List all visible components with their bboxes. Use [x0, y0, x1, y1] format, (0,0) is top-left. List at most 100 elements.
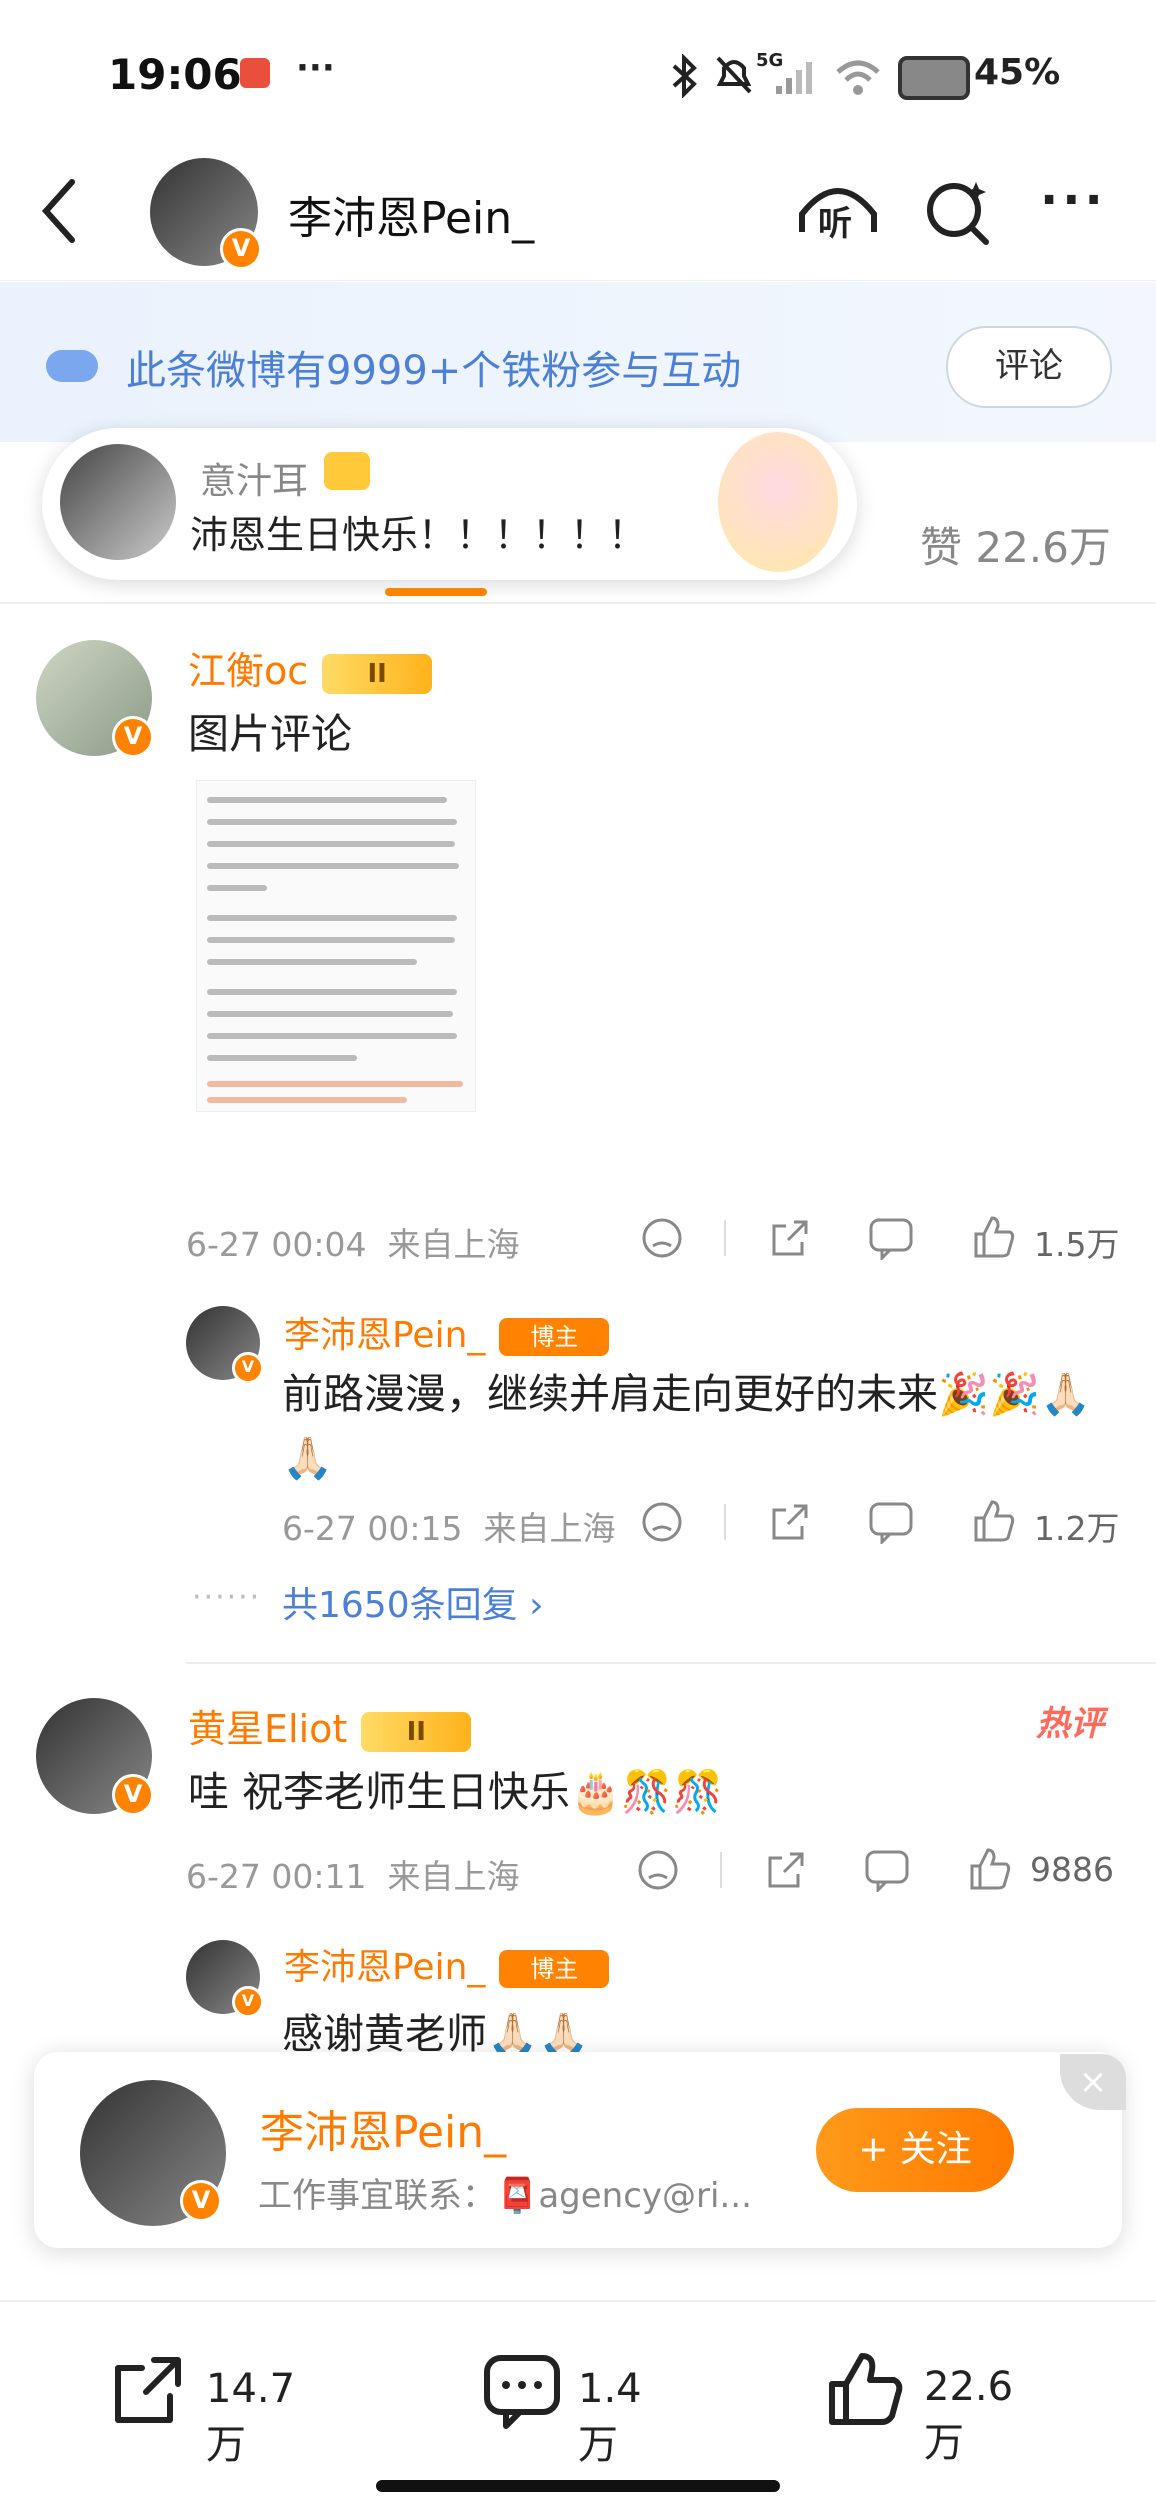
popup-name: 意汁耳	[200, 461, 309, 502]
more-icon[interactable]: ···	[1040, 172, 1107, 228]
follow-button[interactable]: + 关注	[816, 2108, 1014, 2192]
reply-date: 6-27 00:15 来自上海	[282, 1502, 615, 1550]
comment-icon	[484, 2355, 560, 2429]
verified-badge: V	[180, 2180, 222, 2222]
popup-avatar	[60, 444, 176, 560]
reply-author[interactable]: 李沛恩Pein_ 博主	[284, 1938, 610, 1990]
reply-author-name: 李沛恩Pein_	[284, 1315, 486, 1356]
author-badge: 博主	[499, 1950, 610, 1988]
dislike-icon[interactable]	[640, 1500, 684, 1544]
more-replies-link[interactable]: 共1650条回复 ›	[282, 1576, 543, 1628]
reply-avatar[interactable]: V	[186, 1306, 264, 1384]
tab-indicator	[385, 588, 487, 596]
status-time: 19:06	[108, 50, 242, 99]
separator	[724, 1504, 726, 1540]
like-count: 1.2万	[1034, 1509, 1120, 1548]
verified-badge: V	[112, 1774, 154, 1816]
fans-icon	[46, 350, 98, 382]
crown-icon	[324, 452, 370, 490]
like-count: 1.5万	[1034, 1225, 1120, 1264]
comment-avatar[interactable]: V	[36, 1698, 154, 1816]
fan-level-badge: II	[322, 653, 433, 694]
like-icon[interactable]	[970, 1498, 1016, 1544]
hot-comment-badge: 热评	[1036, 1704, 1104, 1744]
dislike-icon[interactable]	[640, 1216, 684, 1260]
separator	[724, 1220, 726, 1256]
more-icon: ···	[296, 48, 335, 88]
comment-author-name: 黄星Eliot	[188, 1707, 348, 1751]
comment-author[interactable]: 江衡oc II	[188, 640, 433, 695]
comment-date-text: 6-27 00:04	[186, 1225, 367, 1264]
wechat-icon	[240, 58, 270, 88]
verified-badge: V	[112, 716, 154, 758]
home-indicator[interactable]	[376, 2480, 780, 2492]
comment-icon[interactable]	[864, 1848, 910, 1892]
popup-text: 沛恩生日快乐！！！！！！	[190, 513, 647, 557]
comment-date: 6-27 00:11 来自上海	[186, 1850, 519, 1898]
share-icon[interactable]	[768, 1500, 812, 1544]
follow-avatar[interactable]: V	[80, 2080, 226, 2226]
comment-icon[interactable]	[868, 1500, 914, 1544]
comment-count: 1.4万	[578, 2366, 642, 2468]
search-icon[interactable]	[922, 176, 992, 246]
bluetooth-icon	[672, 54, 697, 98]
like-icon[interactable]	[970, 1214, 1016, 1260]
mute-icon	[716, 56, 752, 94]
like-icon	[829, 2353, 903, 2425]
separator	[720, 1852, 722, 1888]
popup-comment[interactable]: 意汁耳 沛恩生日快乐！！！！！！	[42, 428, 857, 580]
share-count: 14.7万	[206, 2366, 296, 2468]
like-icon[interactable]	[966, 1846, 1012, 1892]
battery-icon	[898, 56, 970, 100]
status-bar: 19:06 ··· 5G 45%	[0, 0, 1156, 150]
comment-date: 6-27 00:04 来自上海	[186, 1218, 519, 1266]
dislike-icon[interactable]	[636, 1848, 680, 1892]
like-total: 赞 22.6万	[920, 523, 1111, 572]
like-count: 22.6万	[924, 2364, 1014, 2466]
comment-author[interactable]: 黄星Eliot II	[188, 1698, 472, 1753]
comment-text: 图片评论	[188, 710, 352, 758]
share-icon	[115, 2357, 181, 2423]
reply-avatar[interactable]: V	[186, 1940, 264, 2018]
reply-text: 前路漫漫，继续并肩走向更好的未来🎉🎉🙏🏻🙏🏻	[282, 1370, 1092, 1482]
reply-author[interactable]: 李沛恩Pein_ 博主	[284, 1306, 610, 1358]
listen-icon[interactable]: 听	[796, 178, 880, 248]
wifi-icon	[836, 60, 880, 95]
follow-desc: 工作事宜联系：📮agency@ri...	[258, 2176, 752, 2216]
fan-level-badge: II	[361, 1711, 472, 1752]
like-count: 9886	[1030, 1850, 1114, 1889]
banner-text: 此条微博有9999+个铁粉参与互动	[126, 348, 742, 394]
bunny-sticker	[718, 432, 838, 572]
page-title: 李沛恩Pein_	[288, 193, 535, 244]
comment-icon[interactable]	[868, 1216, 914, 1260]
signal-icon	[776, 62, 812, 94]
comment-location: 来自上海	[387, 1225, 520, 1264]
comment-text: 哇 祝李老师生日快乐🎂🎊🎊	[188, 1768, 724, 1816]
verified-badge: V	[220, 228, 262, 270]
verified-badge: V	[232, 1352, 264, 1384]
comment-date-text: 6-27 00:11	[186, 1857, 367, 1896]
more-replies-label: 共1650条回复	[282, 1585, 518, 1626]
comment-author-name: 江衡oc	[188, 649, 309, 693]
comment-location: 来自上海	[387, 1857, 520, 1896]
listen-label: 听	[818, 204, 852, 244]
follow-name[interactable]: 李沛恩Pein_	[260, 2096, 506, 2160]
share-icon[interactable]	[764, 1848, 808, 1892]
share-icon[interactable]	[768, 1216, 812, 1260]
reply-location: 来自上海	[483, 1509, 616, 1548]
nav-header: V 李沛恩Pein_ 听 ···	[0, 150, 1156, 281]
thread-dots: ······	[192, 1580, 262, 1615]
battery-percent: 45%	[974, 52, 1061, 93]
verified-badge: V	[232, 1986, 264, 2018]
comment-avatar[interactable]: V	[36, 640, 154, 758]
reply-author-name: 李沛恩Pein_	[284, 1947, 486, 1988]
chevron-right-icon: ›	[529, 1585, 544, 1626]
reply-date-text: 6-27 00:15	[282, 1509, 463, 1548]
back-icon[interactable]	[36, 176, 86, 246]
header-avatar[interactable]: V	[150, 158, 262, 270]
divider	[0, 602, 1156, 604]
comment-button[interactable]: 评论	[946, 326, 1112, 408]
author-badge: 博主	[499, 1318, 610, 1356]
divider	[186, 1662, 1156, 1664]
comment-image[interactable]	[196, 780, 476, 1112]
